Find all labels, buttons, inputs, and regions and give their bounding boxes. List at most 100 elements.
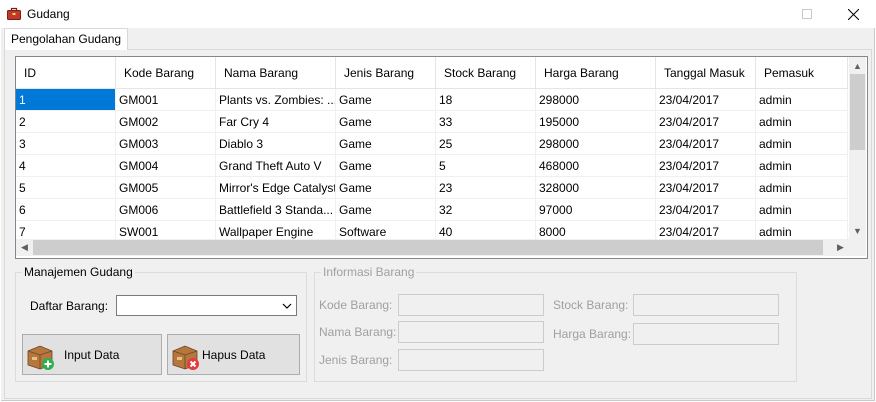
cell-kode-barang[interactable]: GM002: [116, 111, 216, 133]
cell-tanggal-masuk[interactable]: 23/04/2017: [656, 111, 756, 133]
box-add-icon: [27, 345, 54, 370]
cell-nama-barang[interactable]: Diablo 3: [216, 133, 336, 155]
cell-harga-barang[interactable]: 195000: [536, 111, 656, 133]
cell-stock-barang[interactable]: 5: [436, 155, 536, 177]
cell-jenis-barang[interactable]: Game: [336, 111, 436, 133]
table-row[interactable]: 4 GM004 Grand Theft Auto V Game 5 468000 23/04…: [16, 155, 848, 177]
data-grid[interactable]: ID Kode Barang Nama Barang Jenis Barang …: [15, 56, 868, 259]
cell-tanggal-masuk[interactable]: 23/04/2017: [656, 89, 756, 111]
cell-kode-barang[interactable]: GM001: [116, 89, 216, 111]
toolbox-icon: [7, 7, 21, 20]
table-row[interactable]: 5 GM005 Mirror's Edge Catalyst Game 23 328000…: [16, 177, 848, 199]
cell-nama-barang[interactable]: Mirror's Edge Catalyst: [216, 177, 336, 199]
cell-jenis-barang[interactable]: Game: [336, 177, 436, 199]
cell-stock-barang[interactable]: 23: [436, 177, 536, 199]
cell-kode-barang[interactable]: GM004: [116, 155, 216, 177]
scroll-right-icon[interactable]: ▶: [832, 239, 849, 256]
close-button[interactable]: [830, 0, 876, 28]
horizontal-scrollbar[interactable]: ◀ ▶: [16, 239, 849, 256]
scrollbar-corner: [849, 239, 866, 256]
jenis-barang-field[interactable]: [398, 349, 544, 371]
cell-tanggal-masuk[interactable]: 23/04/2017: [656, 155, 756, 177]
cell-pemasuk[interactable]: admin: [756, 177, 848, 199]
horizontal-scroll-thumb[interactable]: [33, 240, 823, 255]
daftar-barang-label: Daftar Barang:: [30, 299, 109, 313]
cell-nama-barang[interactable]: Battlefield 3 Standa...: [216, 199, 336, 221]
maximize-icon: [802, 9, 812, 19]
manajemen-gudang-group: Manajemen Gudang Daftar Barang: Input Da…: [15, 265, 307, 382]
table-row[interactable]: 6 GM006 Battlefield 3 Standa... Game 32 97000…: [16, 199, 848, 221]
cell-harga-barang[interactable]: 328000: [536, 177, 656, 199]
column-header-nama-barang[interactable]: Nama Barang: [216, 57, 336, 89]
cell-nama-barang[interactable]: Plants vs. Zombies: ...: [216, 89, 336, 111]
cell-pemasuk[interactable]: admin: [756, 199, 848, 221]
daftar-barang-combobox[interactable]: [116, 295, 297, 316]
scroll-left-icon[interactable]: ◀: [16, 239, 33, 256]
cell-stock-barang[interactable]: 32: [436, 199, 536, 221]
cell-stock-barang[interactable]: 25: [436, 133, 536, 155]
input-data-label: Input Data: [64, 348, 120, 362]
input-data-button[interactable]: Input Data: [22, 334, 162, 375]
cell-pemasuk[interactable]: admin: [756, 111, 848, 133]
column-header-pemasuk[interactable]: Pemasuk: [756, 57, 848, 89]
cell-kode-barang[interactable]: GM005: [116, 177, 216, 199]
kode-barang-field[interactable]: [398, 294, 544, 316]
scroll-down-icon[interactable]: ▼: [849, 222, 866, 239]
cell-harga-barang[interactable]: 97000: [536, 199, 656, 221]
cell-jenis-barang[interactable]: Game: [336, 199, 436, 221]
tab-page: ID Kode Barang Nama Barang Jenis Barang …: [4, 49, 872, 399]
column-header-kode-barang[interactable]: Kode Barang: [116, 57, 216, 89]
informasi-barang-title: Informasi Barang: [321, 265, 417, 279]
harga-barang-label: Harga Barang:: [553, 327, 632, 341]
cell-harga-barang[interactable]: 298000: [536, 133, 656, 155]
cell-pemasuk[interactable]: admin: [756, 155, 848, 177]
cell-id[interactable]: 4: [16, 155, 116, 177]
cell-kode-barang[interactable]: GM006: [116, 199, 216, 221]
table-row[interactable]: 3 GM003 Diablo 3 Game 25 298000 23/04/2017 admi…: [16, 133, 848, 155]
cell-id[interactable]: 2: [16, 111, 116, 133]
stock-barang-field[interactable]: [633, 294, 779, 316]
cell-pemasuk[interactable]: admin: [756, 89, 848, 111]
column-header-id[interactable]: ID: [16, 57, 116, 89]
cell-harga-barang[interactable]: 298000: [536, 89, 656, 111]
box-remove-icon: [172, 345, 199, 370]
maximize-button[interactable]: [784, 0, 830, 28]
cell-nama-barang[interactable]: Grand Theft Auto V: [216, 155, 336, 177]
jenis-barang-label: Jenis Barang:: [319, 353, 393, 367]
table-row[interactable]: 1 GM001 Plants vs. Zombies: ... Game 18 29800…: [16, 89, 848, 111]
cell-id[interactable]: 5: [16, 177, 116, 199]
cell-tanggal-masuk[interactable]: 23/04/2017: [656, 133, 756, 155]
cell-stock-barang[interactable]: 33: [436, 111, 536, 133]
hapus-data-button[interactable]: Hapus Data: [167, 334, 300, 375]
cell-id[interactable]: 6: [16, 199, 116, 221]
cell-jenis-barang[interactable]: Game: [336, 89, 436, 111]
column-header-jenis-barang[interactable]: Jenis Barang: [336, 57, 436, 89]
column-header-harga-barang[interactable]: Harga Barang: [536, 57, 656, 89]
hapus-data-label: Hapus Data: [202, 348, 266, 362]
vertical-scroll-thumb[interactable]: [850, 74, 865, 150]
scroll-up-icon[interactable]: ▲: [849, 57, 866, 74]
vertical-scrollbar[interactable]: ▲ ▼: [849, 57, 866, 239]
cell-stock-barang[interactable]: 18: [436, 89, 536, 111]
column-header-stock-barang[interactable]: Stock Barang: [436, 57, 536, 89]
cell-kode-barang[interactable]: GM003: [116, 133, 216, 155]
informasi-barang-group: Informasi Barang Kode Barang: Nama Baran…: [314, 265, 797, 382]
tab-pengolahan-gudang[interactable]: Pengolahan Gudang: [4, 28, 129, 50]
cell-pemasuk[interactable]: admin: [756, 133, 848, 155]
cell-id[interactable]: 3: [16, 133, 116, 155]
cell-jenis-barang[interactable]: Game: [336, 155, 436, 177]
minimize-icon: [756, 14, 766, 15]
minimize-button[interactable]: [738, 0, 784, 28]
chevron-down-icon[interactable]: [280, 298, 294, 313]
nama-barang-field[interactable]: [398, 321, 544, 343]
table-row[interactable]: 2 GM002 Far Cry 4 Game 33 195000 23/04/2017 adm…: [16, 111, 848, 133]
cell-id[interactable]: 1: [16, 89, 116, 111]
column-header-tanggal-masuk[interactable]: Tanggal Masuk: [656, 57, 756, 89]
cell-harga-barang[interactable]: 468000: [536, 155, 656, 177]
harga-barang-field[interactable]: [633, 323, 779, 345]
cell-tanggal-masuk[interactable]: 23/04/2017: [656, 177, 756, 199]
grid-rows: 1 GM001 Plants vs. Zombies: ... Game 18 29800…: [16, 89, 848, 243]
cell-jenis-barang[interactable]: Game: [336, 133, 436, 155]
cell-nama-barang[interactable]: Far Cry 4: [216, 111, 336, 133]
cell-tanggal-masuk[interactable]: 23/04/2017: [656, 199, 756, 221]
